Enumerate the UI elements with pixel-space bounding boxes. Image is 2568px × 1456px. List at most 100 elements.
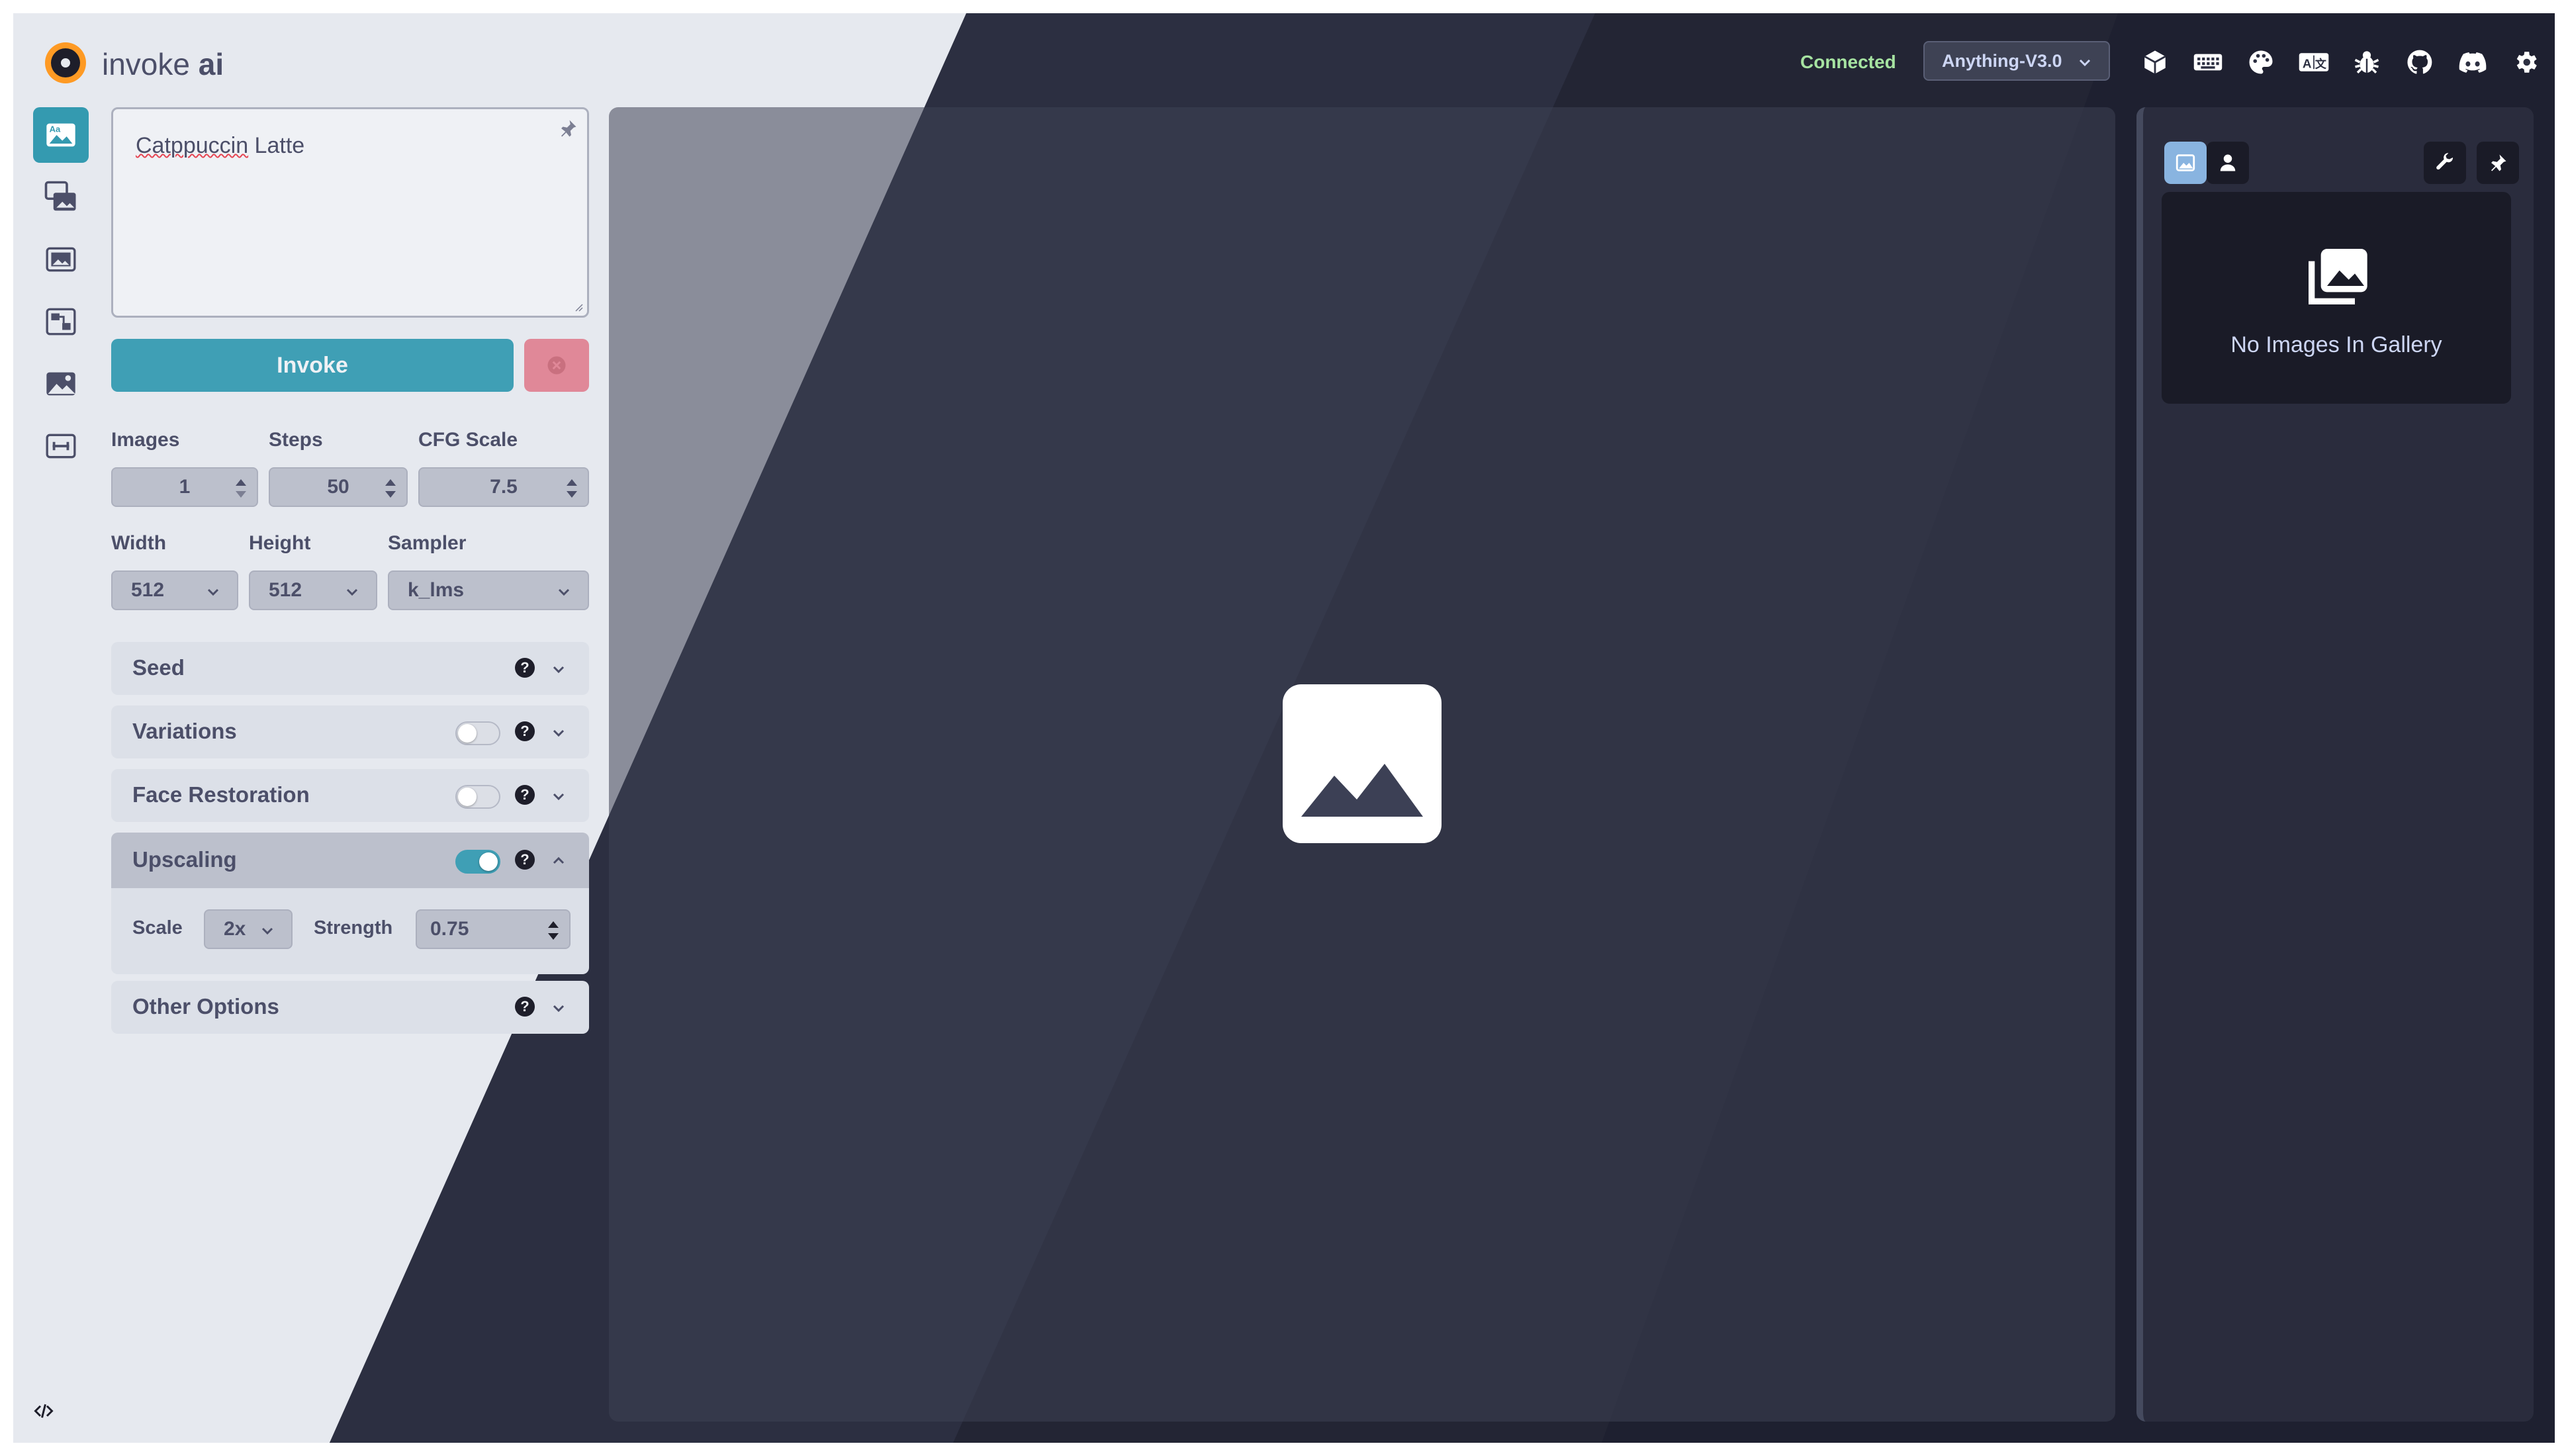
tab-text-to-image[interactable]: Aa: [33, 107, 89, 163]
resize-handle-icon[interactable]: [573, 301, 583, 312]
help-icon[interactable]: ?: [515, 850, 535, 870]
github-icon[interactable]: [2404, 46, 2436, 78]
gallery-user-tab[interactable]: [2207, 142, 2249, 184]
language-icon[interactable]: A文: [2298, 46, 2330, 78]
stepper-icon[interactable]: [565, 477, 578, 500]
scale-select[interactable]: 2x: [204, 909, 293, 949]
height-label: Height: [249, 532, 311, 554]
app-window: invoke ai Connected Anything-V3.0 A文 Aa: [13, 13, 2555, 1443]
outpainting-icon: [46, 372, 75, 396]
variations-toggle[interactable]: [455, 721, 500, 745]
pin-icon[interactable]: [558, 118, 578, 138]
help-icon[interactable]: ?: [515, 658, 535, 678]
steps-input[interactable]: 50: [269, 467, 408, 507]
cancel-button[interactable]: [524, 339, 589, 392]
width-select[interactable]: 512: [111, 570, 238, 610]
text-to-image-icon: Aa: [46, 123, 75, 147]
gear-icon[interactable]: [2510, 46, 2542, 78]
stepper-icon[interactable]: [384, 477, 397, 500]
help-icon[interactable]: ?: [515, 997, 535, 1017]
tab-training[interactable]: [33, 418, 89, 474]
keyboard-icon[interactable]: [2192, 46, 2224, 78]
cfg-scale-input[interactable]: 7.5: [418, 467, 589, 507]
upscaling-accordion[interactable]: Upscaling ?: [111, 833, 589, 888]
discord-icon[interactable]: [2457, 46, 2489, 78]
svg-text:Aa: Aa: [50, 124, 61, 134]
seed-accordion[interactable]: Seed ?: [111, 642, 589, 695]
tab-inpainting[interactable]: [33, 232, 89, 287]
accordion-title: Variations: [132, 719, 237, 743]
gallery-images-tab[interactable]: [2164, 142, 2207, 184]
images-icon: [2176, 154, 2195, 171]
height-select[interactable]: 512: [249, 570, 377, 610]
gallery-settings-button[interactable]: [2424, 142, 2466, 184]
model-select[interactable]: Anything-V3.0: [1923, 41, 2110, 81]
strength-input[interactable]: 0.75: [416, 909, 571, 949]
chevron-up-icon: [553, 856, 565, 864]
variations-accordion[interactable]: Variations ?: [111, 705, 589, 758]
face-restoration-accordion[interactable]: Face Restoration ?: [111, 769, 589, 822]
gallery-empty-text: No Images In Gallery: [2230, 332, 2442, 357]
width-label: Width: [111, 532, 167, 554]
chevron-down-icon: [346, 588, 358, 596]
accordion-title: Seed: [132, 655, 185, 680]
brand-name: invoke ai: [102, 47, 224, 81]
console-toggle-button[interactable]: [23, 1390, 65, 1432]
inpainting-icon: [46, 247, 76, 272]
pin-icon: [2491, 154, 2506, 171]
gallery-pin-button[interactable]: [2477, 142, 2519, 184]
chevron-down-icon: [2079, 59, 2091, 67]
chevron-down-icon: [553, 729, 565, 737]
training-icon: [46, 433, 76, 459]
tab-nodes[interactable]: [33, 294, 89, 349]
upscaling-toggle[interactable]: [455, 850, 500, 874]
other-options-accordion[interactable]: Other Options ?: [111, 981, 589, 1034]
image-to-image-icon: [44, 181, 76, 211]
stepper-icon[interactable]: [234, 477, 248, 500]
model-select-value: Anything-V3.0: [1942, 50, 2062, 71]
images-input[interactable]: 1: [111, 467, 258, 507]
accordion-title: Face Restoration: [132, 782, 310, 807]
cfg-scale-label: CFG Scale: [418, 429, 518, 451]
face-restoration-toggle[interactable]: [455, 785, 500, 809]
strength-label: Strength: [314, 917, 393, 938]
tab-image-to-image[interactable]: [33, 169, 89, 225]
stepper-icon[interactable]: [547, 919, 560, 942]
svg-text:文: 文: [2315, 58, 2327, 71]
gallery-panel: No Images In Gallery: [2136, 107, 2534, 1422]
help-icon[interactable]: ?: [515, 785, 535, 805]
chevron-down-icon: [207, 588, 219, 596]
gallery-empty-card: No Images In Gallery: [2162, 192, 2511, 404]
sampler-select[interactable]: k_lms: [388, 570, 589, 610]
palette-icon[interactable]: [2245, 46, 2277, 78]
svg-text:A: A: [2303, 57, 2312, 71]
image-placeholder-icon: [1283, 684, 1442, 843]
code-icon: [34, 1404, 54, 1418]
prompt-input[interactable]: Catppuccin Latte: [111, 107, 589, 318]
chevron-down-icon: [553, 666, 565, 674]
scale-label: Scale: [132, 917, 183, 938]
tab-outpainting[interactable]: [33, 356, 89, 412]
chevron-down-icon: [261, 927, 273, 935]
logo: [45, 42, 86, 83]
images-label: Images: [111, 429, 180, 451]
accordion-title: Other Options: [132, 994, 279, 1019]
cube-icon[interactable]: [2139, 46, 2171, 78]
nodes-icon: [46, 308, 76, 336]
cancel-circle-icon: [547, 356, 566, 375]
user-icon: [2220, 154, 2236, 171]
chevron-down-icon: [553, 793, 565, 801]
gallery-images-icon: [2309, 249, 2367, 304]
chevron-down-icon: [553, 1005, 565, 1013]
upscaling-panel: Scale 2x Strength 0.75: [111, 888, 589, 974]
connection-status: Connected: [1800, 52, 1896, 72]
help-icon[interactable]: ?: [515, 721, 535, 741]
steps-label: Steps: [269, 429, 323, 451]
invoke-button[interactable]: Invoke: [111, 339, 514, 392]
accordion-title: Upscaling: [132, 847, 237, 872]
bug-icon[interactable]: [2351, 46, 2383, 78]
prompt-text: Catppuccin Latte: [136, 133, 305, 158]
chevron-down-icon: [558, 588, 570, 596]
sampler-label: Sampler: [388, 532, 467, 554]
wrench-icon: [2436, 153, 2453, 170]
